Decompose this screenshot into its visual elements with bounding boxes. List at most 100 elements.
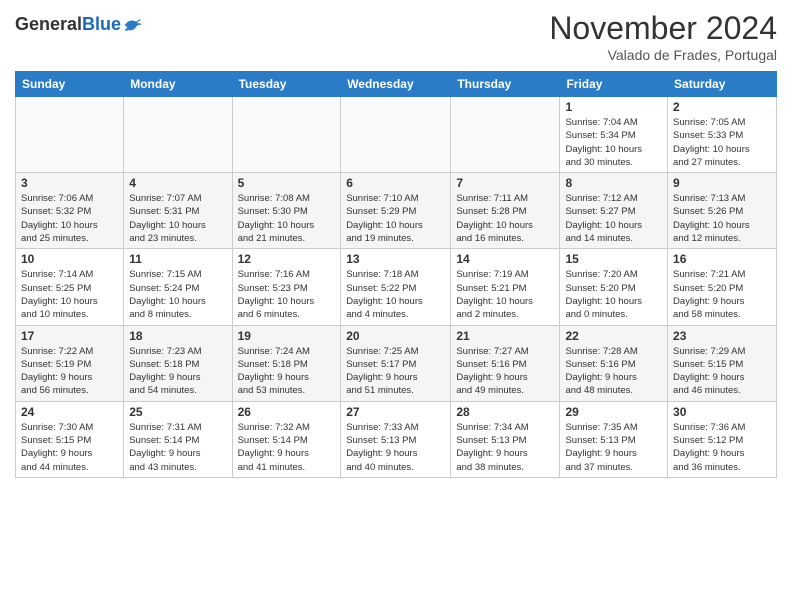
- calendar-cell: 8Sunrise: 7:12 AM Sunset: 5:27 PM Daylig…: [560, 173, 668, 249]
- day-info: Sunrise: 7:22 AM Sunset: 5:19 PM Dayligh…: [21, 345, 118, 398]
- calendar-cell: 18 Sunrise: 7:23 AM Sunset: 5:18 PM Dayli…: [124, 325, 232, 401]
- calendar-cell: 10 Sunrise: 7:14 AM Sunset: 5:25 PM Dayli…: [16, 249, 124, 325]
- day-info: Sunrise: 7:36 AM Sunset: 5:12 PM Dayligh…: [673, 421, 771, 474]
- day-info: Sunrise: 7:28 AM Sunset: 5:16 PM Dayligh…: [565, 345, 662, 398]
- day-number: 28: [456, 405, 554, 419]
- weekday-header-wednesday: Wednesday: [341, 72, 451, 97]
- weekday-header-monday: Monday: [124, 72, 232, 97]
- title-section: November 2024 Valado de Frades, Portugal: [549, 10, 777, 63]
- calendar-cell: 23Sunrise: 7:29 AM Sunset: 5:15 PM Dayli…: [668, 325, 777, 401]
- calendar-cell: 14 Sunrise: 7:19 AM Sunset: 5:21 PM Dayli…: [451, 249, 560, 325]
- day-number: 10: [21, 252, 118, 266]
- day-info: Sunrise: 7:35 AM Sunset: 5:13 PM Dayligh…: [565, 421, 662, 474]
- calendar-cell: 3Sunrise: 7:06 AM Sunset: 5:32 PM Daylig…: [16, 173, 124, 249]
- day-info: Sunrise: 7:24 AM Sunset: 5:18 PM Dayligh…: [238, 345, 336, 398]
- calendar-cell: [124, 97, 232, 173]
- day-info: Sunrise: 7:04 AM Sunset: 5:34 PM Dayligh…: [565, 116, 662, 169]
- day-info: Sunrise: 7:16 AM Sunset: 5:23 PM Dayligh…: [238, 268, 336, 321]
- day-info: Sunrise: 7:07 AM Sunset: 5:31 PM Dayligh…: [129, 192, 226, 245]
- day-info: Sunrise: 7:08 AM Sunset: 5:30 PM Dayligh…: [238, 192, 336, 245]
- day-info: Sunrise: 7:14 AM Sunset: 5:25 PM Dayligh…: [21, 268, 118, 321]
- calendar-cell: [16, 97, 124, 173]
- weekday-header-thursday: Thursday: [451, 72, 560, 97]
- day-number: 20: [346, 329, 445, 343]
- day-info: Sunrise: 7:34 AM Sunset: 5:13 PM Dayligh…: [456, 421, 554, 474]
- day-number: 29: [565, 405, 662, 419]
- logo-general-text: General: [15, 14, 82, 35]
- calendar-cell: 29 Sunrise: 7:35 AM Sunset: 5:13 PM Dayli…: [560, 401, 668, 477]
- day-number: 2: [673, 100, 771, 114]
- day-number: 26: [238, 405, 336, 419]
- calendar-week-row: 24 Sunrise: 7:30 AM Sunset: 5:15 PM Dayli…: [16, 401, 777, 477]
- calendar-cell: 30 Sunrise: 7:36 AM Sunset: 5:12 PM Dayli…: [668, 401, 777, 477]
- calendar-cell: 17Sunrise: 7:22 AM Sunset: 5:19 PM Dayli…: [16, 325, 124, 401]
- calendar-week-row: 3Sunrise: 7:06 AM Sunset: 5:32 PM Daylig…: [16, 173, 777, 249]
- weekday-header-sunday: Sunday: [16, 72, 124, 97]
- calendar-cell: 24 Sunrise: 7:30 AM Sunset: 5:15 PM Dayli…: [16, 401, 124, 477]
- calendar-cell: 2 Sunrise: 7:05 AM Sunset: 5:33 PM Daylig…: [668, 97, 777, 173]
- day-number: 4: [129, 176, 226, 190]
- calendar-cell: 20 Sunrise: 7:25 AM Sunset: 5:17 PM Dayli…: [341, 325, 451, 401]
- calendar-cell: 13Sunrise: 7:18 AM Sunset: 5:22 PM Dayli…: [341, 249, 451, 325]
- day-info: Sunrise: 7:27 AM Sunset: 5:16 PM Dayligh…: [456, 345, 554, 398]
- location-subtitle: Valado de Frades, Portugal: [549, 47, 777, 63]
- calendar-cell: 21 Sunrise: 7:27 AM Sunset: 5:16 PM Dayli…: [451, 325, 560, 401]
- calendar-cell: [341, 97, 451, 173]
- weekday-header-friday: Friday: [560, 72, 668, 97]
- day-number: 19: [238, 329, 336, 343]
- day-number: 23: [673, 329, 771, 343]
- calendar-cell: 11Sunrise: 7:15 AM Sunset: 5:24 PM Dayli…: [124, 249, 232, 325]
- day-number: 13: [346, 252, 445, 266]
- day-info: Sunrise: 7:11 AM Sunset: 5:28 PM Dayligh…: [456, 192, 554, 245]
- weekday-header-tuesday: Tuesday: [232, 72, 341, 97]
- day-info: Sunrise: 7:21 AM Sunset: 5:20 PM Dayligh…: [673, 268, 771, 321]
- calendar-cell: 22Sunrise: 7:28 AM Sunset: 5:16 PM Dayli…: [560, 325, 668, 401]
- calendar-cell: 27 Sunrise: 7:33 AM Sunset: 5:13 PM Dayli…: [341, 401, 451, 477]
- day-number: 21: [456, 329, 554, 343]
- day-number: 27: [346, 405, 445, 419]
- day-number: 30: [673, 405, 771, 419]
- day-info: Sunrise: 7:10 AM Sunset: 5:29 PM Dayligh…: [346, 192, 445, 245]
- day-number: 9: [673, 176, 771, 190]
- calendar-cell: 15 Sunrise: 7:20 AM Sunset: 5:20 PM Dayli…: [560, 249, 668, 325]
- calendar-header-row: SundayMondayTuesdayWednesdayThursdayFrid…: [16, 72, 777, 97]
- day-info: Sunrise: 7:30 AM Sunset: 5:15 PM Dayligh…: [21, 421, 118, 474]
- calendar-cell: [451, 97, 560, 173]
- day-number: 24: [21, 405, 118, 419]
- day-number: 3: [21, 176, 118, 190]
- calendar-cell: 25Sunrise: 7:31 AM Sunset: 5:14 PM Dayli…: [124, 401, 232, 477]
- day-number: 1: [565, 100, 662, 114]
- calendar-cell: 7Sunrise: 7:11 AM Sunset: 5:28 PM Daylig…: [451, 173, 560, 249]
- day-info: Sunrise: 7:05 AM Sunset: 5:33 PM Dayligh…: [673, 116, 771, 169]
- page: GeneralBlue November 2024 Valado de Frad…: [0, 0, 792, 493]
- calendar-cell: 6 Sunrise: 7:10 AM Sunset: 5:29 PM Daylig…: [341, 173, 451, 249]
- logo-text: GeneralBlue: [15, 14, 143, 35]
- day-number: 15: [565, 252, 662, 266]
- day-number: 12: [238, 252, 336, 266]
- calendar-week-row: 17Sunrise: 7:22 AM Sunset: 5:19 PM Dayli…: [16, 325, 777, 401]
- day-info: Sunrise: 7:20 AM Sunset: 5:20 PM Dayligh…: [565, 268, 662, 321]
- day-number: 18: [129, 329, 226, 343]
- calendar-cell: 12 Sunrise: 7:16 AM Sunset: 5:23 PM Dayli…: [232, 249, 341, 325]
- month-title: November 2024: [549, 10, 777, 47]
- calendar-cell: 9 Sunrise: 7:13 AM Sunset: 5:26 PM Daylig…: [668, 173, 777, 249]
- day-info: Sunrise: 7:15 AM Sunset: 5:24 PM Dayligh…: [129, 268, 226, 321]
- logo-bird-icon: [123, 16, 143, 34]
- day-number: 14: [456, 252, 554, 266]
- calendar-cell: 1 Sunrise: 7:04 AM Sunset: 5:34 PM Daylig…: [560, 97, 668, 173]
- logo-blue-text: Blue: [82, 14, 121, 35]
- calendar-cell: [232, 97, 341, 173]
- day-number: 5: [238, 176, 336, 190]
- calendar-week-row: 1 Sunrise: 7:04 AM Sunset: 5:34 PM Daylig…: [16, 97, 777, 173]
- day-number: 6: [346, 176, 445, 190]
- day-info: Sunrise: 7:13 AM Sunset: 5:26 PM Dayligh…: [673, 192, 771, 245]
- day-info: Sunrise: 7:33 AM Sunset: 5:13 PM Dayligh…: [346, 421, 445, 474]
- day-info: Sunrise: 7:25 AM Sunset: 5:17 PM Dayligh…: [346, 345, 445, 398]
- day-info: Sunrise: 7:31 AM Sunset: 5:14 PM Dayligh…: [129, 421, 226, 474]
- day-number: 8: [565, 176, 662, 190]
- calendar-cell: 19 Sunrise: 7:24 AM Sunset: 5:18 PM Dayli…: [232, 325, 341, 401]
- calendar-cell: 5 Sunrise: 7:08 AM Sunset: 5:30 PM Daylig…: [232, 173, 341, 249]
- calendar-week-row: 10 Sunrise: 7:14 AM Sunset: 5:25 PM Dayli…: [16, 249, 777, 325]
- day-info: Sunrise: 7:23 AM Sunset: 5:18 PM Dayligh…: [129, 345, 226, 398]
- day-info: Sunrise: 7:19 AM Sunset: 5:21 PM Dayligh…: [456, 268, 554, 321]
